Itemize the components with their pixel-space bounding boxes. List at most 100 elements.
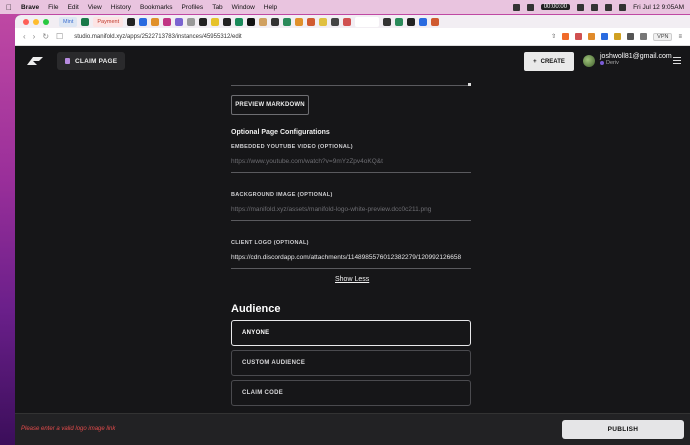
tab-favicon[interactable] [343,17,352,26]
claim-page-pill[interactable]: CLAIM PAGE [57,52,126,70]
menu-file[interactable]: File [48,4,58,11]
tab-favicon[interactable] [151,17,160,26]
wifi-icon[interactable] [591,3,599,11]
recording-timer[interactable]: 00:00:00 [540,4,571,10]
tab-favicon[interactable] [295,17,304,26]
browser-window: Mint Payment ‹ › ↻ ☐ studio.manifold.xyz [15,15,690,445]
metamask-icon[interactable] [588,33,596,40]
tab-active[interactable] [355,16,380,27]
lock-icon [65,58,70,64]
tab-favicon[interactable] [235,17,244,26]
menu-tab[interactable]: Tab [212,4,222,11]
tab-favicon[interactable] [419,17,428,26]
search-icon[interactable] [605,3,613,11]
tab-favicon[interactable] [175,17,184,26]
tab-mint[interactable]: Mint [59,16,78,27]
avatar [583,55,595,67]
network-indicator: Deriv [600,60,672,66]
vpn-button[interactable]: VPN [653,32,673,41]
zoom-window-icon[interactable] [43,18,49,25]
create-label: CREATE [540,58,565,65]
macos-menubar:  Brave File Edit View History Bookmarks… [0,0,690,14]
close-window-icon[interactable] [23,18,29,25]
youtube-underline [231,172,471,173]
manifold-logo-icon[interactable] [25,55,45,67]
menu-history[interactable]: History [111,4,131,11]
show-less-link[interactable]: Show Less [335,276,369,283]
menu-icon[interactable]: ≡ [678,34,682,40]
audience-option-claim-code[interactable]: CLAIM CODE [231,380,471,406]
create-button[interactable]: + CREATE [524,52,574,71]
clock[interactable]: Fri Jul 12 9:05AM [633,4,684,11]
background-image-input[interactable]: https://manifold.xyz/assets/manifold-log… [231,206,471,213]
network-label: Deriv [606,60,619,66]
user-account[interactable]: joshwoll81@gmail.com Deriv [583,53,672,67]
client-logo-underline [231,268,471,269]
tab-favicon[interactable] [211,17,220,26]
forward-icon[interactable]: › [33,32,36,41]
resize-handle-icon[interactable] [468,83,471,86]
tab-favicon[interactable] [199,17,208,26]
status-icon[interactable] [577,3,585,11]
audience-option-anyone[interactable]: ANYONE [231,320,471,346]
status-icon[interactable] [526,3,534,11]
browser-toolbar: ‹ › ↻ ☐ studio.manifold.xyz/apps/2522713… [15,28,690,46]
tab-bar: Mint Payment [15,15,690,28]
extension-icon[interactable] [601,33,609,40]
tab-favicon[interactable] [307,17,316,26]
preview-markdown-button[interactable]: PREVIEW MARKDOWN [231,95,309,115]
menubar-app-name[interactable]: Brave [21,4,39,11]
tab-favicon[interactable] [319,17,328,26]
apple-icon[interactable]:  [6,3,12,12]
bookmark-icon[interactable]: ☐ [56,32,63,41]
toolbar-right: ⇧ VPN ≡ [551,32,682,41]
network-icon [600,61,604,65]
tab-payment[interactable]: Payment [93,16,124,27]
tab-favicon[interactable] [383,17,392,26]
tab-favicon[interactable] [187,17,196,26]
tab-favicon[interactable] [139,17,148,26]
tab-favicon[interactable] [247,17,256,26]
tab-favicon[interactable] [407,17,416,26]
client-logo-label: CLIENT LOGO (OPTIONAL) [231,240,309,246]
address-bar[interactable]: studio.manifold.xyz/apps/2522713783/inst… [74,34,241,40]
plus-icon: + [533,58,537,65]
background-label: BACKGROUND IMAGE (OPTIONAL) [231,192,333,198]
tab-favicon[interactable] [259,17,268,26]
tab-favicon[interactable] [395,17,404,26]
tab-favicon[interactable] [331,17,340,26]
youtube-input[interactable]: https://www.youtube.com/watch?v=9mYzZpv4… [231,158,471,165]
menu-view[interactable]: View [88,4,102,11]
back-icon[interactable]: ‹ [23,32,26,41]
control-center-icon[interactable] [619,3,627,11]
extension-icon[interactable] [614,33,622,40]
tab-favicon[interactable] [223,17,232,26]
tab-favicon[interactable] [127,17,136,26]
menu-edit[interactable]: Edit [68,4,79,11]
wallet-icon[interactable] [640,33,648,40]
claim-page-label: CLAIM PAGE [75,57,118,65]
background-underline [231,220,471,221]
youtube-label: EMBEDDED YOUTUBE VIDEO (OPTIONAL) [231,144,353,150]
tab-favicon[interactable] [81,17,90,26]
publish-button[interactable]: PUBLISH [562,420,684,439]
hamburger-menu-icon[interactable] [673,57,681,64]
tab-favicon[interactable] [163,17,172,26]
footer-bar: Please enter a valid logo image link PUB… [15,413,690,445]
sidebar-icon[interactable] [627,33,635,40]
reload-icon[interactable]: ↻ [42,32,49,41]
minimize-window-icon[interactable] [33,18,39,25]
menu-window[interactable]: Window [232,4,255,11]
tab-favicon[interactable] [271,17,280,26]
share-icon[interactable]: ⇧ [551,33,556,40]
client-logo-input[interactable]: https://cdn.discordapp.com/attachments/1… [231,254,471,261]
menu-help[interactable]: Help [264,4,277,11]
audience-option-custom[interactable]: CUSTOM AUDIENCE [231,350,471,376]
status-icon[interactable] [512,3,520,11]
tab-favicon[interactable] [283,17,292,26]
tab-favicon[interactable] [431,17,440,26]
brave-rewards-icon[interactable] [575,33,583,40]
menu-bookmarks[interactable]: Bookmarks [140,4,173,11]
brave-shield-icon[interactable] [562,33,570,40]
menu-profiles[interactable]: Profiles [182,4,204,11]
